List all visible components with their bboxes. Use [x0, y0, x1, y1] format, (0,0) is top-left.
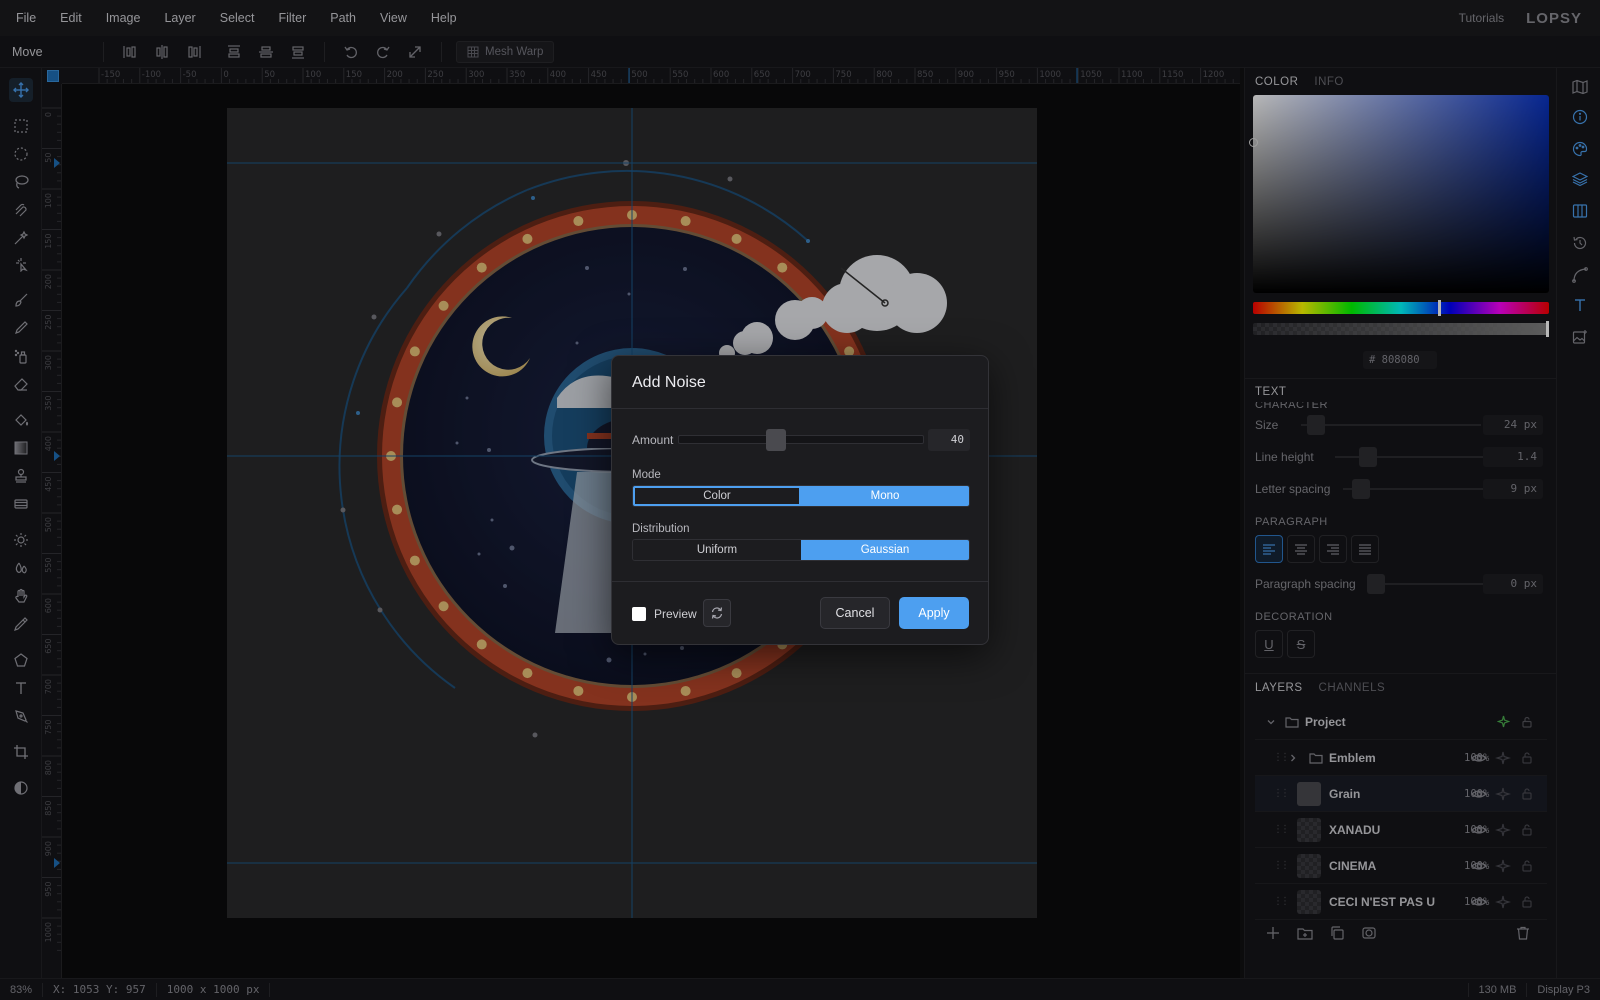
add-noise-dialog: Add Noise Amount 40 Mode Color Mono Dist… [611, 355, 989, 645]
preview-checkbox[interactable] [632, 607, 646, 621]
amount-slider-track[interactable] [678, 435, 924, 444]
mode-color-option[interactable]: Color [633, 486, 801, 506]
distribution-segmented-control: Uniform Gaussian [632, 539, 970, 561]
mode-label: Mode [632, 469, 661, 481]
mode-segmented-control: Color Mono [632, 485, 970, 507]
preview-label[interactable]: Preview [654, 607, 697, 621]
distribution-uniform-option[interactable]: Uniform [633, 540, 801, 560]
refresh-preview-button[interactable] [703, 599, 731, 627]
dialog-title: Add Noise [632, 374, 706, 391]
distribution-gaussian-option[interactable]: Gaussian [801, 540, 969, 560]
distribution-label: Distribution [632, 523, 690, 535]
amount-label: Amount [632, 433, 674, 447]
amount-slider-thumb[interactable] [766, 429, 787, 451]
amount-value[interactable]: 40 [928, 429, 970, 451]
mode-mono-option[interactable]: Mono [801, 486, 969, 506]
apply-button[interactable]: Apply [899, 597, 969, 629]
cancel-button[interactable]: Cancel [820, 597, 890, 629]
refresh-icon [711, 607, 723, 619]
